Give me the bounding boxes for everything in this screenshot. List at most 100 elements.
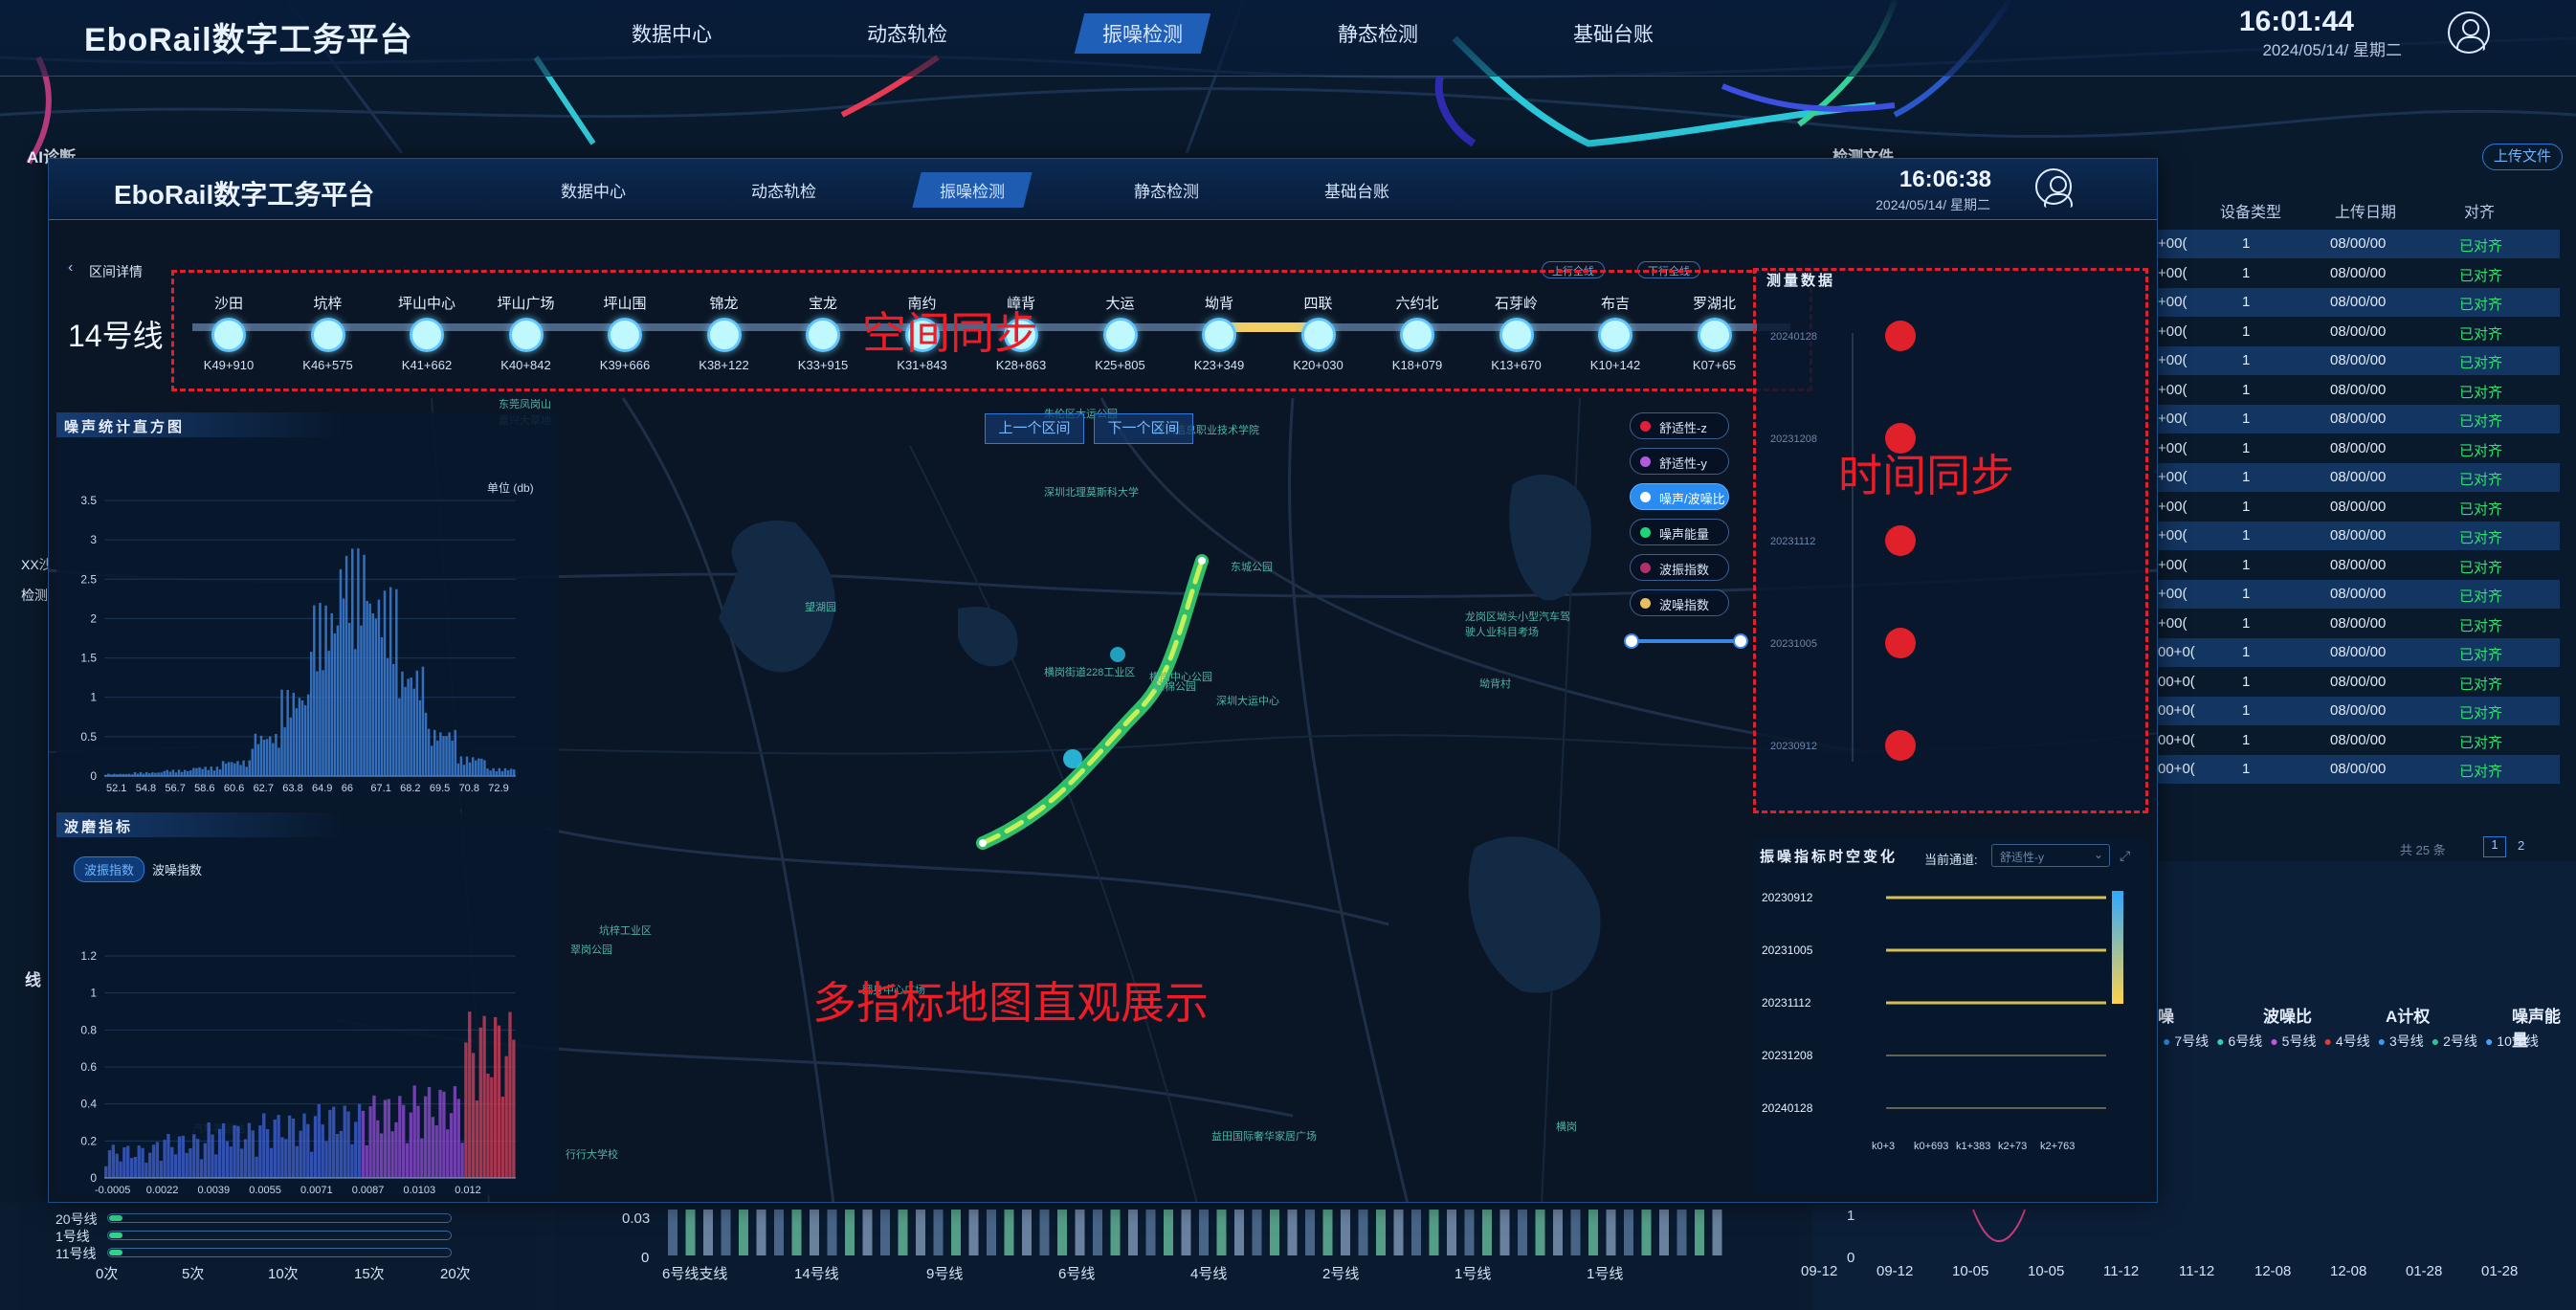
map-place-label: 东城公园 [1231,562,1273,573]
outer-nav-static-inspection[interactable]: 静态检测 [1338,19,1418,48]
back-chevron-icon[interactable]: ‹ [68,259,73,277]
mid-x-label: 1号线 [1587,1266,1624,1282]
mid-bar [968,1210,979,1255]
prev-section-button[interactable]: 上一个区间 [985,413,1084,444]
progress-tick: 15次 [354,1266,385,1282]
table-cell-mileage: 00+0( [2158,731,2195,748]
layer-toggle[interactable]: 噪声/波噪比 [1630,483,1729,510]
wear-bar [357,1103,362,1178]
table-row[interactable]: +00(1 08/00/00 已对齐 [2158,610,2560,638]
wear-bar [233,1124,236,1178]
table-cell-align: 已对齐 [2459,355,2503,371]
table-row[interactable]: 00+0(1 08/00/00 已对齐 [2158,668,2560,697]
inner-nav-static-inspection[interactable]: 静态检测 [1134,178,1199,202]
table-row[interactable]: +00(1 08/00/00 已对齐 [2158,318,2560,346]
outer-th-device: 设备类型 [2220,205,2282,221]
hist-bar [357,548,360,776]
inner-user-avatar-icon[interactable] [2035,168,2073,208]
hist-bar [374,618,378,776]
wear-bar [321,1124,324,1178]
layer-toggle[interactable]: 噪声能量 [1630,519,1729,545]
hist-bar [368,603,371,776]
table-row[interactable]: +00(1 08/00/00 已对齐 [2158,405,2560,433]
outer-nav-data-center[interactable]: 数据中心 [632,19,712,48]
wear-bar [313,1116,318,1178]
next-section-button[interactable]: 下一个区间 [1094,413,1193,444]
range-slider-track[interactable] [1630,639,1741,643]
hist-bar [283,727,286,776]
mid-bar [1057,1210,1067,1255]
spatio-y-label: 20231112 [1762,996,1811,1010]
table-row[interactable]: +00(1 08/00/00 已对齐 [2158,551,2560,580]
table-row[interactable]: +00(1 08/00/00 已对齐 [2158,434,2560,463]
mid-bar [1234,1210,1244,1255]
inner-nav-data-center[interactable]: 数据中心 [561,178,626,202]
wear-bar [148,1152,152,1178]
hist-bar [148,773,151,776]
layer-toggle[interactable]: 舒适性-y [1630,448,1729,475]
table-row[interactable]: +00(1 08/00/00 已对齐 [2158,259,2560,288]
table-row[interactable]: 00+0(1 08/00/00 已对齐 [2158,697,2560,725]
pager-page-1[interactable]: 1 [2483,836,2506,857]
outer-nav-vibration-noise[interactable]: 振噪检测 [1074,13,1211,54]
table-row[interactable]: 00+0(1 08/00/00 已对齐 [2158,638,2560,667]
wear-bar [269,1147,274,1178]
wear-bar [343,1105,346,1178]
pager-total: 共 25 条 [2400,843,2446,857]
outer-right-y-zero: 0 [1847,1250,1855,1266]
table-cell-date: 08/00/00 [2330,586,2387,602]
hist-bar [483,760,486,776]
wear-bar [221,1122,226,1178]
outer-user-avatar-icon[interactable] [2448,11,2490,54]
mid-bar [987,1210,996,1255]
right-x-label: 01-28 [2406,1263,2443,1279]
outer-nav-base-ledger[interactable]: 基础台账 [1573,19,1654,48]
mid-x-label: 6号线 [1058,1266,1096,1282]
table-row[interactable]: +00(1 08/00/00 已对齐 [2158,493,2560,522]
wear-bar [424,1096,428,1178]
pager-page-2[interactable]: 2 [2518,838,2524,853]
mid-bar [1199,1210,1209,1255]
progress-tick: 20次 [440,1266,471,1282]
outer-nav-dynamic-track[interactable]: 动态轨检 [867,19,947,48]
wear-bar [295,1145,299,1178]
hist-bar [380,637,384,776]
table-row[interactable]: +00(1 08/00/00 已对齐 [2158,580,2560,609]
range-slider-handle-left[interactable] [1624,633,1639,649]
layer-toggle[interactable]: 舒适性-z [1630,412,1729,439]
table-row[interactable]: 00+0(1 08/00/00 已对齐 [2158,726,2560,755]
layer-toggle[interactable]: 波噪指数 [1630,589,1729,616]
table-row[interactable]: 00+0(1 08/00/00 已对齐 [2158,755,2560,784]
outer-th-date: 上传日期 [2335,205,2397,221]
wear-bar [199,1159,204,1178]
mid-bar [703,1210,713,1255]
inner-nav-dynamic-track[interactable]: 动态轨检 [751,178,816,202]
hist-x-tick: 58.6 [194,783,214,794]
inner-app-title: EboRail数字工务平台 [114,180,375,210]
range-slider-handle-right[interactable] [1733,633,1748,649]
table-cell-align: 已对齐 [2459,705,2503,722]
table-row[interactable]: +00(1 08/00/00 已对齐 [2158,346,2560,375]
hist-bar [210,766,213,776]
hist-bar [107,773,110,776]
hist-bar [262,740,266,776]
hist-bar [259,735,263,776]
wear-bar [211,1134,214,1178]
inner-nav-base-ledger[interactable]: 基础台账 [1324,178,1389,202]
table-row[interactable]: +00(1 08/00/00 已对齐 [2158,230,2560,258]
table-row[interactable]: +00(1 08/00/00 已对齐 [2158,288,2560,317]
wear-bar [104,1166,108,1178]
spatio-y-label: 20230912 [1762,891,1813,904]
table-row[interactable]: +00(1 08/00/00 已对齐 [2158,522,2560,550]
hist-x-tick: 72.9 [488,783,508,794]
mid-bar [1022,1210,1032,1255]
hist-bar [445,736,448,776]
upload-file-button[interactable]: 上传文件 [2482,144,2563,170]
inner-nav-vibration-noise[interactable]: 振噪检测 [912,172,1033,208]
mid-bar [1075,1210,1085,1255]
table-row[interactable]: +00(1 08/00/00 已对齐 [2158,376,2560,405]
hist-bar [468,762,472,776]
mid-bar [1464,1210,1475,1255]
table-row[interactable]: +00(1 08/00/00 已对齐 [2158,463,2560,492]
layer-toggle[interactable]: 波振指数 [1630,554,1729,581]
